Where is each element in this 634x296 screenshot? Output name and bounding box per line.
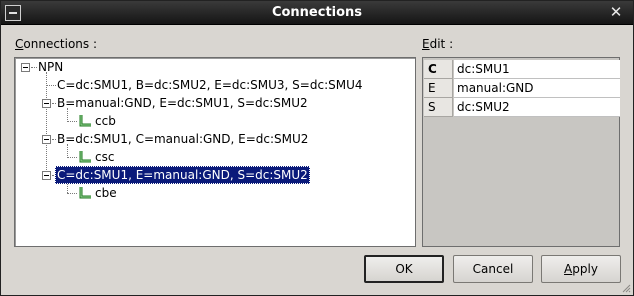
- cancel-button[interactable]: Cancel: [453, 255, 533, 283]
- edit-table: C dc:SMU1 E manual:GND S dc:SMU2: [422, 57, 620, 247]
- tree-connector: [46, 72, 47, 176]
- edit-label: Edit :: [422, 37, 453, 51]
- tree-leaf-csc[interactable]: csc: [95, 148, 114, 166]
- connections-label: Connections :: [15, 37, 97, 51]
- tree-connector: [67, 157, 77, 158]
- tree-connector: [46, 85, 56, 86]
- tree-node-connection-3[interactable]: B=dc:SMU1, C=manual:GND, E=dc:SMU2: [57, 130, 308, 148]
- close-icon[interactable]: ✕: [607, 3, 625, 21]
- edit-row-e[interactable]: E manual:GND: [424, 79, 620, 98]
- resize-grip-icon[interactable]: [621, 283, 631, 293]
- wire-leaf-icon: [79, 115, 91, 127]
- edit-row-s[interactable]: S dc:SMU2: [424, 98, 620, 117]
- dialog-body: Connections : Edit : NPN C=dc:SMU1, B=dc…: [1, 26, 633, 295]
- tree-connector: [67, 144, 68, 156]
- edit-row-c[interactable]: C dc:SMU1: [424, 60, 620, 79]
- wire-leaf-icon: [79, 151, 91, 163]
- apply-button[interactable]: Apply: [541, 255, 621, 283]
- edit-value-s[interactable]: dc:SMU2: [454, 98, 620, 117]
- wire-leaf-icon: [79, 187, 91, 199]
- tree-leaf-ccb[interactable]: ccb: [95, 112, 116, 130]
- tree-node-connection-4-selected[interactable]: C=dc:SMU1, E=manual:GND, S=dc:SMU2: [55, 166, 310, 184]
- root-collapse-icon[interactable]: [21, 63, 30, 72]
- tree-node-root[interactable]: NPN: [38, 58, 63, 76]
- tree-node-connection-2[interactable]: B=manual:GND, E=dc:SMU1, S=dc:SMU2: [57, 94, 308, 112]
- collapse-icon[interactable]: [42, 171, 51, 180]
- tree-leaf-cbe[interactable]: cbe: [95, 184, 117, 202]
- tree-connector: [67, 108, 68, 120]
- tree-connector: [67, 184, 68, 193]
- apply-label-rest: pply: [572, 262, 598, 276]
- window-title: Connections: [271, 5, 363, 20]
- edit-value-c[interactable]: dc:SMU1: [454, 60, 620, 79]
- collapse-icon[interactable]: [42, 99, 51, 108]
- tree-connector: [31, 67, 37, 68]
- edit-label-rest: dit :: [429, 37, 454, 51]
- tree-connector: [67, 121, 77, 122]
- edit-key-s: S: [424, 98, 453, 117]
- edit-value-e[interactable]: manual:GND: [454, 79, 620, 98]
- tree-node-connection-1[interactable]: C=dc:SMU1, B=dc:SMU2, E=dc:SMU3, S=dc:SM…: [57, 76, 363, 94]
- edit-key-e: E: [424, 79, 453, 98]
- edit-key-c: C: [424, 60, 453, 79]
- connections-dialog: Connections ✕ Connections : Edit : NPN C…: [0, 0, 634, 296]
- tree-connector: [52, 139, 56, 140]
- connections-tree[interactable]: NPN C=dc:SMU1, B=dc:SMU2, E=dc:SMU3, S=d…: [14, 57, 416, 247]
- tree-connector: [67, 193, 77, 194]
- tree-connector: [52, 103, 56, 104]
- connections-label-rest: onnections :: [23, 37, 98, 51]
- title-bar[interactable]: Connections ✕: [1, 1, 633, 25]
- ok-button[interactable]: OK: [364, 255, 444, 283]
- collapse-icon[interactable]: [42, 135, 51, 144]
- edit-label-mnemonic: E: [422, 37, 430, 51]
